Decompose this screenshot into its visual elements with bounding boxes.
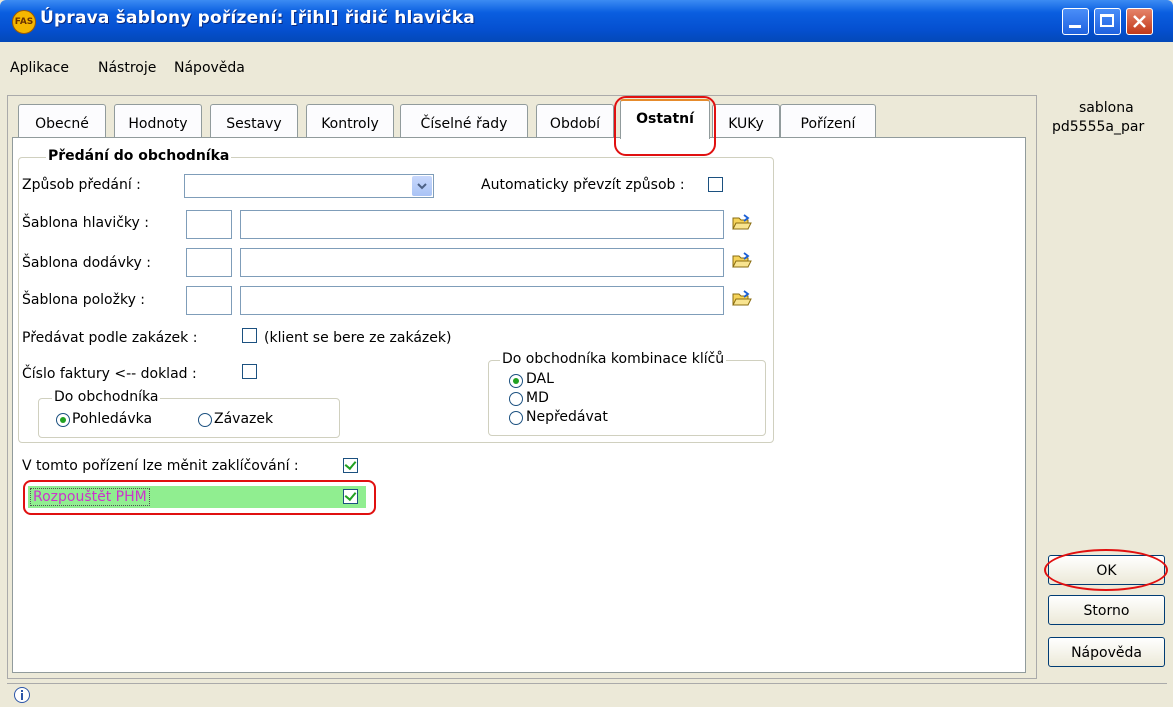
podle-zakazek-note: (klient se bere ze zakázek) [264,330,452,346]
group-do-obchodnika-title: Do obchodníka [52,389,161,405]
annotation-tab-highlight [614,96,716,156]
auto-checkbox[interactable] [708,177,723,192]
menu-napoveda[interactable]: Nápověda [174,60,245,76]
podle-zakazek-label: Předávat podle zakázek : [22,330,198,346]
tab-kuky[interactable]: KUKy [712,104,780,137]
storno-button[interactable]: Storno [1048,595,1165,625]
group-kombinace-title: Do obchodníka kombinace klíčů [500,351,727,367]
minimize-button[interactable] [1062,8,1089,35]
zpusob-select[interactable] [184,174,434,198]
sablona-polozky-label: Šablona položky : [22,292,146,308]
menu-aplikace[interactable]: Aplikace [10,60,69,76]
sablona-polozky-code[interactable] [186,286,232,315]
radio-md-label: MD [526,390,549,406]
cislo-faktury-checkbox[interactable] [242,364,257,379]
sablona-dodavky-name[interactable] [240,248,724,277]
tab-ciselne-rady[interactable]: Číselné řady [400,104,528,137]
zpusob-label: Způsob předání : [22,177,141,193]
sablona-hlavicky-label: Šablona hlavičky : [22,215,149,231]
podle-zakazek-checkbox[interactable] [242,328,257,343]
tab-hodnoty[interactable]: Hodnoty [114,104,202,137]
window-title: Úprava šablony pořízení: [řihl] řidič hl… [40,8,475,28]
tab-obdobi[interactable]: Období [536,104,614,137]
sablona-hlavicky-code[interactable] [186,210,232,239]
radio-nepredavat-label: Nepředávat [526,409,608,425]
minimize-icon [1069,25,1081,28]
radio-zavazek-label: Závazek [214,411,274,427]
template-name-line2: pd5555a_par [1052,119,1145,135]
folder-open-icon[interactable] [732,214,752,230]
tab-sestavy[interactable]: Sestavy [210,104,298,137]
tab-obecne[interactable]: Obecné [18,104,106,137]
sablona-polozky-name[interactable] [240,286,724,315]
radio-pohledavka-label: Pohledávka [72,411,153,427]
group-predani-title: Předání do obchodníka [46,148,232,164]
sablona-dodavky-label: Šablona dodávky : [22,255,151,271]
zaklicovani-checkbox[interactable] [343,458,358,473]
folder-open-icon[interactable] [732,252,752,268]
status-bar [7,683,1167,706]
cislo-faktury-label: Číslo faktury <-- doklad : [22,366,197,382]
sablona-hlavicky-name[interactable] [240,210,724,239]
app-logo: FAS [12,10,36,34]
radio-md[interactable] [509,392,523,406]
radio-dal[interactable] [509,374,523,388]
radio-zavazek[interactable] [198,413,212,427]
maximize-icon [1100,14,1114,27]
napoveda-button[interactable]: Nápověda [1048,637,1165,667]
annotation-rozpoustet-highlight [23,480,376,515]
menu-nastroje[interactable]: Nástroje [98,60,156,76]
sablona-dodavky-code[interactable] [186,248,232,277]
radio-nepredavat[interactable] [509,411,523,425]
close-button[interactable] [1126,8,1153,35]
folder-open-icon[interactable] [732,290,752,306]
maximize-button[interactable] [1094,8,1121,35]
radio-dal-label: DAL [526,371,554,387]
template-name-line1: sablona [1079,100,1134,116]
zaklicovani-label: V tomto pořízení lze měnit zaklíčování : [22,458,299,474]
auto-label: Automaticky převzít způsob : [481,177,685,193]
chevron-down-icon[interactable] [412,176,432,196]
tab-kontroly[interactable]: Kontroly [306,104,394,137]
tab-porizeni[interactable]: Pořízení [780,104,876,137]
info-icon [14,687,30,703]
annotation-ok-highlight [1044,549,1168,591]
radio-pohledavka[interactable] [56,413,70,427]
close-icon [1133,15,1146,28]
